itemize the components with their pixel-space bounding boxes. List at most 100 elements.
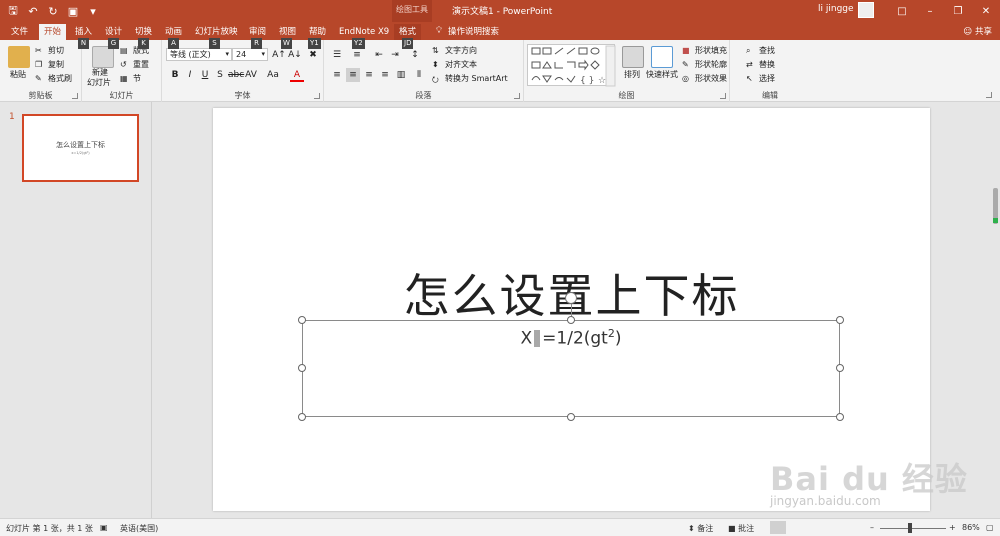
- char-spacing-icon[interactable]: AV: [244, 68, 258, 82]
- font-launcher-icon[interactable]: [314, 93, 320, 99]
- shape-fill-button[interactable]: ■ 形状填充: [682, 45, 727, 56]
- paste-button[interactable]: 粘贴: [10, 69, 26, 80]
- fit-to-window-icon[interactable]: ▢: [986, 523, 994, 532]
- zoom-in-icon[interactable]: +: [949, 523, 956, 532]
- notes-button[interactable]: ⬍ 备注: [688, 523, 713, 534]
- quick-access-toolbar: 🖫 ↶ ↻ ▣ ▾: [4, 2, 102, 20]
- new-slide-button-line2[interactable]: 幻灯片: [87, 77, 111, 88]
- zoom-slider[interactable]: [880, 528, 946, 529]
- share-button[interactable]: ☺ 共享: [963, 25, 992, 37]
- increase-indent-icon[interactable]: ⇥: [388, 48, 402, 62]
- restore-icon[interactable]: ❐: [944, 0, 972, 22]
- clipboard-launcher-icon[interactable]: [72, 93, 78, 99]
- zoom-slider-thumb[interactable]: [908, 523, 912, 533]
- convert-smartart-button[interactable]: ⭮ 转换为 SmartArt: [432, 73, 508, 84]
- cut-button[interactable]: ✂ 剪切: [35, 45, 64, 56]
- arrange-icon[interactable]: [622, 46, 644, 68]
- clear-format-icon[interactable]: ✖: [306, 48, 320, 62]
- replace-button[interactable]: ⇄ 替换: [746, 59, 775, 70]
- resize-handle-se[interactable]: [836, 413, 844, 421]
- find-button[interactable]: ⌕ 查找: [746, 45, 775, 56]
- spellcheck-icon[interactable]: ▣: [100, 523, 108, 532]
- font-color-icon[interactable]: A: [290, 68, 304, 82]
- select-button[interactable]: ↖ 选择: [746, 73, 775, 84]
- rotate-handle[interactable]: [565, 292, 577, 304]
- section-button[interactable]: ▦ 节: [120, 73, 141, 84]
- brush-icon: ✎: [35, 73, 42, 83]
- paste-icon[interactable]: [8, 46, 30, 68]
- columns-icon[interactable]: ⫴: [412, 68, 426, 82]
- arrange-button[interactable]: 排列: [624, 69, 640, 80]
- comments-button[interactable]: ■ 批注: [728, 523, 754, 534]
- align-center-icon[interactable]: ≡: [346, 68, 360, 82]
- strikethrough-icon[interactable]: abc: [228, 68, 244, 82]
- grow-font-icon[interactable]: A↑: [272, 48, 286, 62]
- resize-handle-n[interactable]: [567, 316, 575, 324]
- ribbon: 粘贴 ✂ 剪切 ❐ 复制 ✎ 格式刷 剪贴板 新建 幻灯片 ▤ 版式 ↺ 重置 ▦ 节 幻灯…: [0, 38, 1000, 102]
- align-text-button[interactable]: ⬍ 对齐文本: [432, 59, 477, 70]
- resize-handle-nw[interactable]: [298, 316, 306, 324]
- reset-button[interactable]: ↺ 重置: [120, 59, 149, 70]
- decrease-indent-icon[interactable]: ⇤: [372, 48, 386, 62]
- align-right-icon[interactable]: ≡: [362, 68, 376, 82]
- slideshow-view-icon[interactable]: [848, 521, 864, 534]
- smartart-icon: ⭮: [432, 74, 439, 84]
- customize-qat-icon[interactable]: ▾: [84, 2, 102, 20]
- tab-file[interactable]: 文件: [6, 24, 33, 40]
- start-slideshow-icon[interactable]: ▣: [64, 2, 82, 20]
- minimize-icon[interactable]: –: [916, 0, 944, 22]
- ribbon-display-icon[interactable]: □: [888, 0, 916, 22]
- font-size-select[interactable]: 24 ▾: [232, 48, 268, 61]
- line-spacing-icon[interactable]: ↕: [408, 48, 422, 62]
- underline-icon[interactable]: U: [198, 68, 212, 82]
- close-icon[interactable]: ✕: [972, 0, 1000, 22]
- slide-thumbnail[interactable]: 怎么设置上下标 x=1/2(gt²): [22, 114, 139, 182]
- shadow-icon[interactable]: S: [213, 68, 227, 82]
- undo-icon[interactable]: ↶: [24, 2, 42, 20]
- keytip-g: G: [108, 38, 119, 49]
- copy-button[interactable]: ❐ 复制: [35, 59, 64, 70]
- text-direction-button[interactable]: ⇅ 文字方向: [432, 45, 477, 56]
- drawing-launcher-icon[interactable]: [720, 93, 726, 99]
- avatar[interactable]: [858, 2, 874, 18]
- tab-home[interactable]: 开始: [39, 24, 67, 40]
- resize-handle-e[interactable]: [836, 364, 844, 372]
- user-name[interactable]: li jingge: [818, 4, 854, 14]
- shrink-font-icon[interactable]: A↓: [288, 48, 302, 62]
- italic-icon[interactable]: I: [183, 68, 197, 82]
- numbering-icon[interactable]: ≡: [350, 48, 364, 62]
- shape-effects-button[interactable]: ◎ 形状效果: [682, 73, 727, 84]
- collapse-ribbon-icon[interactable]: [986, 92, 992, 98]
- slide-sorter-icon[interactable]: [796, 521, 812, 534]
- resize-handle-s[interactable]: [567, 413, 575, 421]
- subtitle-textbox[interactable]: X =1/2(gt2): [298, 316, 844, 421]
- paragraph-launcher-icon[interactable]: [514, 93, 520, 99]
- formula-text[interactable]: X =1/2(gt2): [303, 327, 839, 349]
- new-slide-icon[interactable]: [92, 46, 114, 68]
- shape-outline-button[interactable]: ✎ 形状轮廓: [682, 59, 727, 70]
- align-left-icon[interactable]: ≡: [330, 68, 344, 82]
- justify-icon[interactable]: ≡: [378, 68, 392, 82]
- redo-icon[interactable]: ↻: [44, 2, 62, 20]
- tell-me-search[interactable]: 💡︎ 操作说明搜索: [436, 25, 499, 37]
- change-case-button[interactable]: Aa: [266, 68, 280, 82]
- quick-styles-icon[interactable]: [651, 46, 673, 68]
- bold-icon[interactable]: B: [168, 68, 182, 82]
- resize-handle-w[interactable]: [298, 364, 306, 372]
- resize-handle-sw[interactable]: [298, 413, 306, 421]
- shapes-gallery[interactable]: { } ☆: [527, 44, 616, 87]
- normal-view-icon[interactable]: [770, 521, 786, 534]
- reading-view-icon[interactable]: [822, 521, 838, 534]
- font-name-select[interactable]: 等线 (正文) ▾: [166, 48, 232, 61]
- language-indicator[interactable]: 英语(美国): [120, 523, 158, 534]
- distribute-icon[interactable]: ▥: [394, 68, 408, 82]
- save-icon[interactable]: 🖫: [4, 2, 22, 20]
- format-painter-button[interactable]: ✎ 格式刷: [35, 73, 72, 84]
- section-icon: ▦: [120, 73, 128, 83]
- zoom-out-icon[interactable]: –: [870, 523, 874, 532]
- zoom-level[interactable]: 86%: [962, 523, 980, 532]
- bullets-icon[interactable]: ☰: [330, 48, 344, 62]
- quick-styles-button[interactable]: 快速样式: [646, 69, 678, 80]
- clipboard-group: 粘贴 ✂ 剪切 ❐ 复制 ✎ 格式刷 剪贴板: [0, 40, 82, 102]
- resize-handle-ne[interactable]: [836, 316, 844, 324]
